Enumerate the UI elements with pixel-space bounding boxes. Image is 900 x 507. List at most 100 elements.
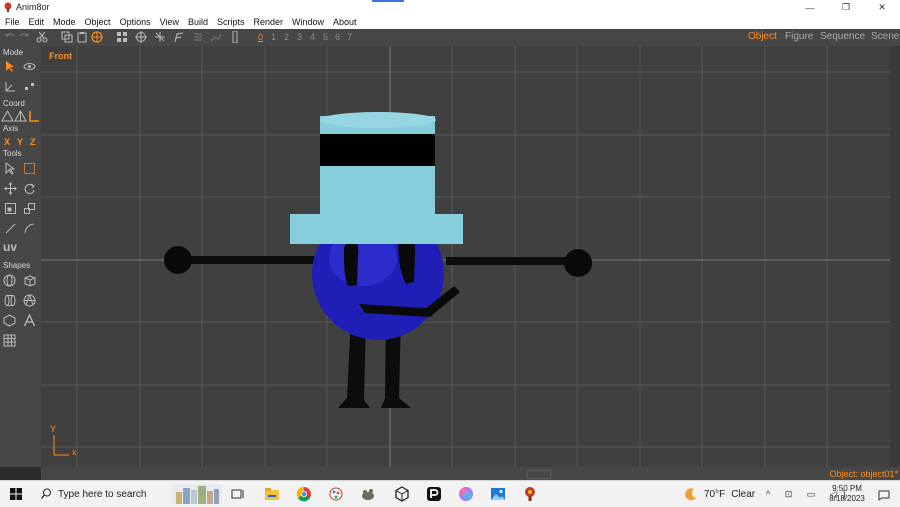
toolbar: 0 1 2 3 4 5 6 7 Object Figure Sequence S… [0,29,900,46]
line-tool-icon[interactable] [4,222,17,235]
undo-icon[interactable] [4,31,16,43]
minimize-button[interactable]: — [792,0,828,15]
layer-5[interactable]: 5 [323,32,328,42]
clipchamp-icon[interactable] [458,486,474,502]
menu-scripts[interactable]: Scripts [213,17,249,27]
windows-start-icon[interactable] [10,488,22,500]
taskbar-search-input[interactable]: Type here to search [58,489,146,500]
coord-screen-icon[interactable] [14,110,27,123]
layer-6[interactable]: 6 [335,32,340,42]
sphere-shape-icon[interactable] [3,274,16,287]
weather-widget[interactable]: 70°F Clear [684,487,755,501]
text-shape-icon[interactable] [23,314,36,327]
section-tools-label: Tools [3,149,22,158]
menu-options[interactable]: Options [116,17,155,27]
move-arrows-icon[interactable] [154,31,166,43]
vertical-scrollbar[interactable] [890,46,900,467]
layer-0[interactable]: 0 [258,32,263,42]
horizontal-scroll-thumb[interactable] [527,470,551,479]
drag-select-icon[interactable] [23,162,36,175]
eye-icon[interactable] [23,60,36,73]
menu-file[interactable]: File [1,17,24,27]
file-explorer-icon[interactable] [264,486,280,502]
photos-icon[interactable] [490,486,506,502]
mode-tab-figure[interactable]: Figure [785,31,813,42]
layer-3[interactable]: 3 [297,32,302,42]
left-arm [177,256,317,264]
point-icon[interactable] [23,80,36,93]
right-arm [446,257,576,265]
hat-top [320,112,436,128]
axis-icon[interactable] [4,80,17,93]
left-eye [344,243,359,286]
unity-icon[interactable] [394,486,410,502]
cut-icon[interactable] [36,31,48,43]
section-coord-label: Coord [3,99,25,108]
viewport-front[interactable]: Front Y x [41,46,900,467]
anim8or-logo-icon [4,2,12,12]
paint-3d-icon[interactable] [328,486,344,502]
arrow-select-icon[interactable] [4,60,17,73]
align-icon[interactable] [192,31,204,43]
cube-shape-icon[interactable] [23,274,36,287]
coord-local-icon[interactable] [27,110,40,123]
layer-2[interactable]: 2 [284,32,289,42]
paste-icon[interactable] [76,31,88,43]
left-hand [164,246,192,274]
pointer-tool-icon[interactable] [4,162,17,175]
menu-mode[interactable]: Mode [49,17,80,27]
axis-indicator [53,435,69,456]
search-icon [41,488,51,499]
bar-icon[interactable] [229,31,241,43]
restore-button[interactable]: ❐ [828,0,864,15]
polygon-shape-icon[interactable] [3,314,16,327]
axis-x-toggle[interactable]: X [4,137,10,147]
moon-icon [685,488,696,501]
picsart-icon[interactable] [426,486,442,502]
snap-grid-icon[interactable] [91,31,103,43]
taskbar-clock[interactable]: 9:50 PM 8/18/2023 [826,484,868,504]
bend-icon[interactable] [173,31,185,43]
section-shapes-label: Shapes [3,261,31,270]
rotate-icon[interactable] [135,31,147,43]
menu-window[interactable]: Window [288,17,328,27]
cylinder-shape-icon[interactable] [3,294,16,307]
uv-tool-icon[interactable]: uv [3,240,17,254]
multi-select-icon[interactable] [116,31,128,43]
coord-world-icon[interactable] [1,110,14,123]
redo-icon[interactable] [18,31,30,43]
layer-4[interactable]: 4 [310,32,315,42]
clock-date: 8/18/2023 [829,494,865,503]
layer-7[interactable]: 7 [347,32,352,42]
menu-render[interactable]: Render [249,17,287,27]
non-uniform-scale-icon[interactable] [23,202,36,215]
rotate-tool-icon[interactable] [23,182,36,195]
menu-bar: File Edit Mode Object Options View Build… [0,15,900,29]
task-view-icon[interactable] [230,486,246,502]
anim8or-taskbar-icon[interactable] [522,486,538,502]
move-tool-icon[interactable] [4,182,17,195]
stats-icon[interactable] [210,31,222,43]
scale-tool-icon[interactable] [4,202,17,215]
menu-view[interactable]: View [156,17,183,27]
mode-tab-scene[interactable]: Scene [871,31,899,42]
notification-icon[interactable] [878,489,890,501]
menu-object[interactable]: Object [81,17,115,27]
axis-z-toggle[interactable]: Z [30,137,36,147]
curve-tool-icon[interactable] [23,222,36,235]
mode-tab-object[interactable]: Object [748,31,777,42]
axis-y-toggle[interactable]: Y [17,137,23,147]
layer-1[interactable]: 1 [271,32,276,42]
menu-build[interactable]: Build [184,17,212,27]
view-label: Front [49,51,72,61]
title-highlight [372,0,404,2]
close-button[interactable]: ✕ [864,0,900,15]
chrome-icon[interactable] [296,486,312,502]
mode-tab-sequence[interactable]: Sequence [820,31,865,42]
menu-about[interactable]: About [329,17,361,27]
gimp-icon[interactable] [360,486,376,502]
grid-shape-icon[interactable] [3,334,16,347]
menu-edit[interactable]: Edit [25,17,49,27]
copy-icon[interactable] [61,31,73,43]
geosphere-shape-icon[interactable] [23,294,36,307]
